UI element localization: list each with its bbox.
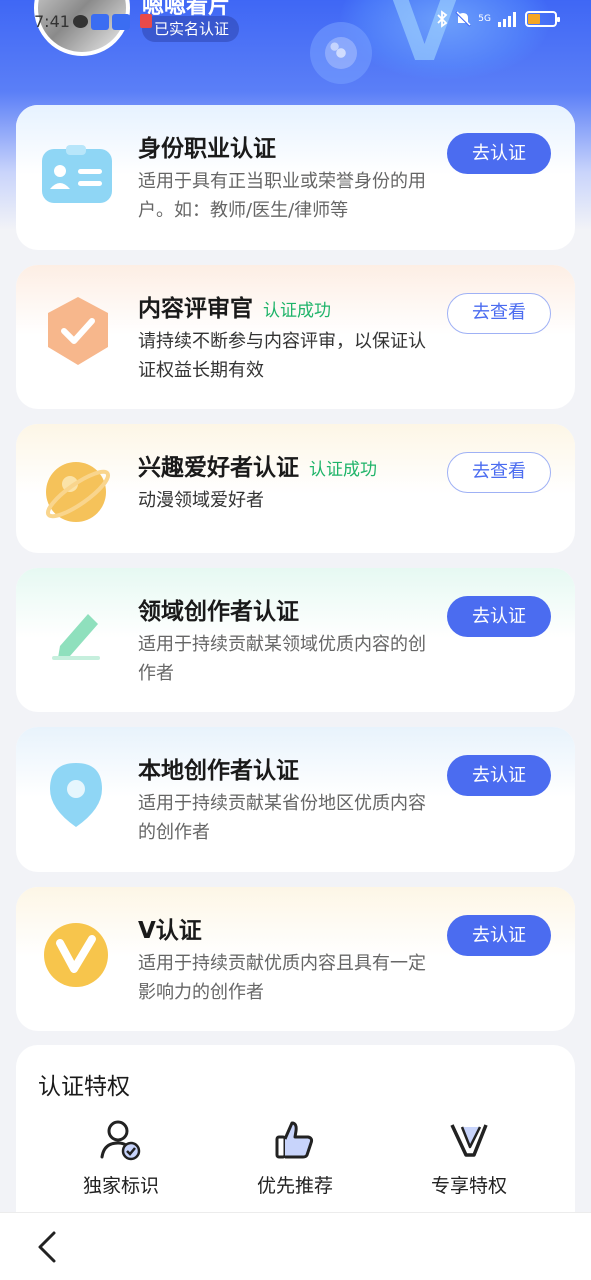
success-status: 认证成功 <box>263 301 331 321</box>
exclusive-badge-icon <box>100 1120 141 1161</box>
card-content-reviewer: 内容评审官 认证成功 请持续不断参与内容评审，以保证认证权益长期有效 去查看 <box>16 265 575 409</box>
status-bar-right: 5G <box>436 10 560 28</box>
card-field-creator: 领域创作者认证 适用于持续贡献某领域优质内容的创作者 去认证 <box>16 568 575 712</box>
header-film-decoration <box>310 22 372 84</box>
verified-badge-label: 已实名认证 <box>154 20 230 38</box>
privilege-exclusive-badge[interactable]: 独家标识 <box>46 1119 196 1198</box>
card-title-text: 本地创作者认证 <box>138 758 299 784</box>
card-title: 兴趣爱好者认证 认证成功 <box>138 448 377 482</box>
card-title: 内容评审官 认证成功 <box>138 289 331 323</box>
card-interest-hobbyist: 兴趣爱好者认证 认证成功 动漫领域爱好者 去查看 <box>16 424 575 553</box>
planet-icon <box>40 454 116 530</box>
privilege-label: 独家标识 <box>82 1175 159 1197</box>
privilege-exclusive-privilege[interactable]: 专享特权 <box>394 1119 544 1198</box>
verify-v-button[interactable]: 去认证 <box>447 915 551 956</box>
message-icon <box>72 15 88 28</box>
baidu-app-icon <box>90 13 109 30</box>
battery-icon <box>525 11 560 27</box>
pen-icon <box>40 600 116 676</box>
verified-badge: 已实名认证 <box>140 14 240 42</box>
verify-identity-button[interactable]: 去认证 <box>447 133 551 174</box>
view-reviewer-button[interactable]: 去查看 <box>447 293 551 334</box>
card-desc: 适用于具有正当职业或荣誉身份的用户。如：教师/医生/律师等 <box>138 171 426 221</box>
mute-bell-icon <box>455 11 472 27</box>
card-desc: 请持续不断参与内容评审，以保证认证权益长期有效 <box>138 331 426 381</box>
signal-bars-icon <box>498 12 516 27</box>
chevron-left-icon <box>38 1231 56 1263</box>
status-time: 7:41 <box>34 12 70 31</box>
card-title: 领域创作者认证 <box>138 592 299 626</box>
verify-local-creator-button[interactable]: 去认证 <box>447 755 551 796</box>
reviewer-shield-icon <box>40 293 116 369</box>
privileges-title: 认证特权 <box>38 1074 130 1100</box>
card-title-text: V认证 <box>138 918 202 944</box>
bluetooth-icon <box>437 10 448 28</box>
v-privilege-icon <box>450 1124 488 1157</box>
card-desc: 适用于持续贡献优质内容且具有一定影响力的创作者 <box>138 953 426 1003</box>
card-title-text: 兴趣爱好者认证 <box>138 455 299 481</box>
card-identity-profession: 身份职业认证 适用于具有正当职业或荣誉身份的用户。如：教师/医生/律师等 去认证 <box>16 105 575 250</box>
card-desc: 适用于持续贡献某领域优质内容的创作者 <box>138 634 426 684</box>
card-title-text: 内容评审官 <box>138 296 253 322</box>
privilege-priority-recommend[interactable]: 优先推荐 <box>220 1119 370 1198</box>
privilege-label: 专享特权 <box>430 1175 507 1197</box>
card-desc: 动漫领域爱好者 <box>138 490 264 511</box>
card-local-creator: 本地创作者认证 适用于持续贡献某省份地区优质内容的创作者 去认证 <box>16 727 575 872</box>
view-hobbyist-button[interactable]: 去查看 <box>447 452 551 493</box>
card-title: 本地创作者认证 <box>138 751 299 785</box>
card-title-text: 领域创作者认证 <box>138 599 299 625</box>
success-status: 认证成功 <box>309 460 377 480</box>
back-button[interactable] <box>30 1227 66 1267</box>
v-badge-icon <box>40 917 116 993</box>
baidu-app-icon-2 <box>111 13 130 30</box>
card-title-text: 身份职业认证 <box>138 136 276 162</box>
id-card-icon <box>40 137 116 213</box>
card-v-verification: V认证 适用于持续贡献优质内容且具有一定影响力的创作者 去认证 <box>16 887 575 1031</box>
bottom-navigation-bar <box>0 1212 591 1280</box>
privilege-label: 优先推荐 <box>256 1175 333 1197</box>
location-pin-icon <box>40 757 116 833</box>
verify-field-creator-button[interactable]: 去认证 <box>447 596 551 637</box>
status-bar-left: 7:41 <box>34 12 130 31</box>
card-title: V认证 <box>138 911 202 945</box>
verified-badge-icon <box>140 14 152 28</box>
signal-label: 5G <box>478 13 491 24</box>
thumbs-up-icon <box>275 1121 314 1159</box>
card-title: 身份职业认证 <box>138 129 276 163</box>
card-desc: 适用于持续贡献某省份地区优质内容的创作者 <box>138 793 426 843</box>
